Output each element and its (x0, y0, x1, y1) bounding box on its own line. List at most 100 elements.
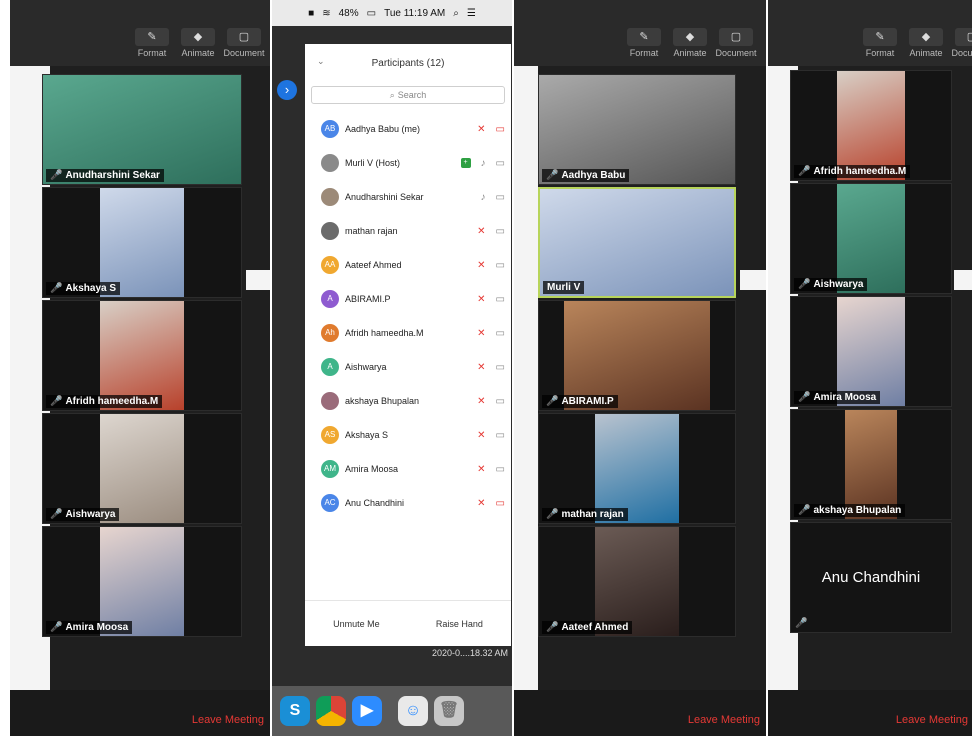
participant-status-icons: ♪ ▭ (481, 192, 505, 203)
participant-label: 🎤 Anudharshini Sekar (46, 169, 164, 182)
video-tile-active-speaker[interactable]: Murli V (538, 187, 736, 298)
video-tile[interactable]: 🎤 Akshaya S (42, 187, 242, 298)
camera-icon: ▭ (495, 463, 505, 475)
chrome-icon[interactable] (316, 696, 346, 726)
mic-muted-icon: 🎤 (50, 509, 63, 520)
video-gallery: 🎤 Afridh hameedha.M 🎤 Aishwarya 🎤 Amira Moo… (790, 70, 952, 633)
format-button[interactable]: ✎ Format (624, 28, 664, 58)
participant-name: Aadhya Babu (me) (345, 124, 421, 134)
participant-status-icons: ✕ ▭ (477, 260, 505, 271)
video-tile[interactable]: 🎤 Aateef Ahmed (538, 526, 736, 637)
participant-row[interactable]: akshaya Bhupalan ✕ ▭ (305, 384, 511, 418)
video-tile[interactable]: 🎤 Aishwarya (790, 183, 952, 294)
format-button[interactable]: ✎ Format (132, 28, 172, 58)
skype-icon[interactable]: S (280, 696, 310, 726)
camera-icon: ▭ (495, 225, 505, 237)
avatar: AB (321, 120, 339, 138)
mic-muted-icon: 🎤 (546, 170, 559, 181)
video-feed (100, 301, 184, 410)
chevron-down-icon[interactable]: ⌄ (317, 56, 325, 67)
participant-status-icons: ✕ ▭ (477, 124, 505, 135)
participant-status-icons: + ♪ ▭ (460, 157, 505, 169)
mic-muted-icon: 🎤 (50, 396, 63, 407)
participant-status-icons: ✕ ▭ (477, 396, 505, 407)
dock: S ▶ ☺ 🗑 (272, 686, 512, 736)
avatar: AA (321, 256, 339, 274)
mic-muted-icon: ✕ (477, 293, 486, 305)
clock: Tue 11:19 AM (384, 7, 446, 19)
mic-muted-icon: ✕ (477, 429, 486, 441)
search-input[interactable]: ⌕ Search (311, 86, 505, 104)
video-tile[interactable]: 🎤 Amira Moosa (790, 296, 952, 407)
trash-icon[interactable]: 🗑 (434, 696, 464, 726)
mic-muted-icon: 🎤 (795, 618, 808, 629)
mic-muted-icon: 🎤 (798, 392, 811, 403)
video-tile[interactable]: 🎤 akshaya Bhupalan (790, 409, 952, 520)
spotlight-search-icon[interactable]: ⌕ (453, 8, 459, 19)
video-gallery: 🎤 Aadhya Babu Murli V 🎤 ABIRAMI.P 🎤 mathan … (538, 74, 736, 637)
camera-icon: ▭ (495, 293, 505, 305)
video-tile[interactable]: 🎤 Afridh hameedha.M (790, 70, 952, 181)
participant-label: Murli V (543, 281, 585, 294)
participant-label: 🎤 Amira Moosa (794, 391, 881, 404)
leave-meeting-button[interactable]: Leave Meeting (896, 714, 968, 726)
video-tile[interactable]: 🎤 Amira Moosa (42, 526, 242, 637)
video-tile[interactable]: 🎤 Afridh hameedha.M (42, 300, 242, 411)
participant-name: Murli V (Host) (345, 158, 401, 168)
participant-row[interactable]: A ABIRAMI.P ✕ ▭ (305, 282, 511, 316)
video-feed (540, 189, 734, 296)
video-tile[interactable]: 🎤 Anudharshini Sekar (42, 74, 242, 185)
camera-icon: ▭ (495, 157, 505, 169)
unmute-me-button[interactable]: Unmute Me (327, 614, 386, 634)
animate-button[interactable]: ◆ Animate (178, 28, 218, 58)
participant-label: 🎤 Afridh hameedha.M (794, 165, 911, 178)
participant-row[interactable]: AM Amira Moosa ✕ ▭ (305, 452, 511, 486)
participant-label: 🎤 Aadhya Babu (542, 169, 630, 182)
animate-button[interactable]: ◆ Animate (670, 28, 710, 58)
participant-label: 🎤 Akshaya S (46, 282, 121, 295)
participant-row[interactable]: Anudharshini Sekar ♪ ▭ (305, 180, 511, 214)
leave-meeting-button[interactable]: Leave Meeting (688, 714, 760, 726)
video-tile[interactable]: 🎤 Aadhya Babu (538, 74, 736, 185)
video-tile[interactable]: 🎤 mathan rajan (538, 413, 736, 524)
menu-icon[interactable]: ☰ (467, 8, 476, 19)
video-feed (595, 527, 679, 636)
video-tile[interactable]: 🎤 Aishwarya (42, 413, 242, 524)
participant-name: Anudharshini Sekar (345, 192, 424, 202)
video-feed (100, 188, 184, 297)
participant-status-icons: ✕ ▭ (477, 226, 505, 237)
finder-icon[interactable]: ☺ (398, 696, 428, 726)
video-feed (837, 297, 905, 406)
zoom-icon[interactable]: ▶ (352, 696, 382, 726)
participant-row[interactable]: AA Aateef Ahmed ✕ ▭ (305, 248, 511, 282)
expand-arrow-icon[interactable]: › (277, 80, 297, 100)
participant-name: mathan rajan (345, 226, 398, 236)
avatar (321, 154, 339, 172)
battery-icon: ▭ (366, 7, 377, 19)
background-window (514, 66, 538, 690)
animate-button[interactable]: ◆ Animate (906, 28, 946, 58)
document-button[interactable]: ▢Document (715, 28, 757, 58)
participant-row[interactable]: AS Akshaya S ✕ ▭ (305, 418, 511, 452)
document-button[interactable]: ▢Document (223, 28, 265, 58)
participant-row[interactable]: A Aishwarya ✕ ▭ (305, 350, 511, 384)
video-tile-no-video[interactable]: Anu Chandhini 🎤 (790, 522, 952, 633)
participant-row[interactable]: Ah Afridh hameedha.M ✕ ▭ (305, 316, 511, 350)
background-window (740, 270, 766, 290)
document-button[interactable]: ▢Document (951, 28, 972, 58)
host-badge-icon: + (460, 157, 471, 168)
format-button[interactable]: ✎ Format (860, 28, 900, 58)
status-bar: ■ ≋ 48% ▭ Tue 11:19 AM ⌕ ☰ (272, 0, 512, 26)
leave-meeting-button[interactable]: Leave Meeting (192, 714, 264, 726)
participant-name: Aateef Ahmed (345, 260, 402, 270)
raise-hand-button[interactable]: Raise Hand (430, 614, 489, 634)
participant-row[interactable]: AC Anu Chandhini ✕ ▭ (305, 486, 511, 520)
camera-off-icon: ▭ (495, 123, 505, 135)
participant-label: 🎤 Amira Moosa (46, 621, 133, 634)
participant-row[interactable]: mathan rajan ✕ ▭ (305, 214, 511, 248)
animate-icon: ◆ (673, 28, 707, 46)
participant-row[interactable]: AB Aadhya Babu (me) ✕ ▭ (305, 112, 511, 146)
keynote-toolbar: ✎Format ◆Animate ▢Document (132, 28, 265, 58)
participant-row[interactable]: Murli V (Host) + ♪ ▭ (305, 146, 511, 180)
video-tile[interactable]: 🎤 ABIRAMI.P (538, 300, 736, 411)
